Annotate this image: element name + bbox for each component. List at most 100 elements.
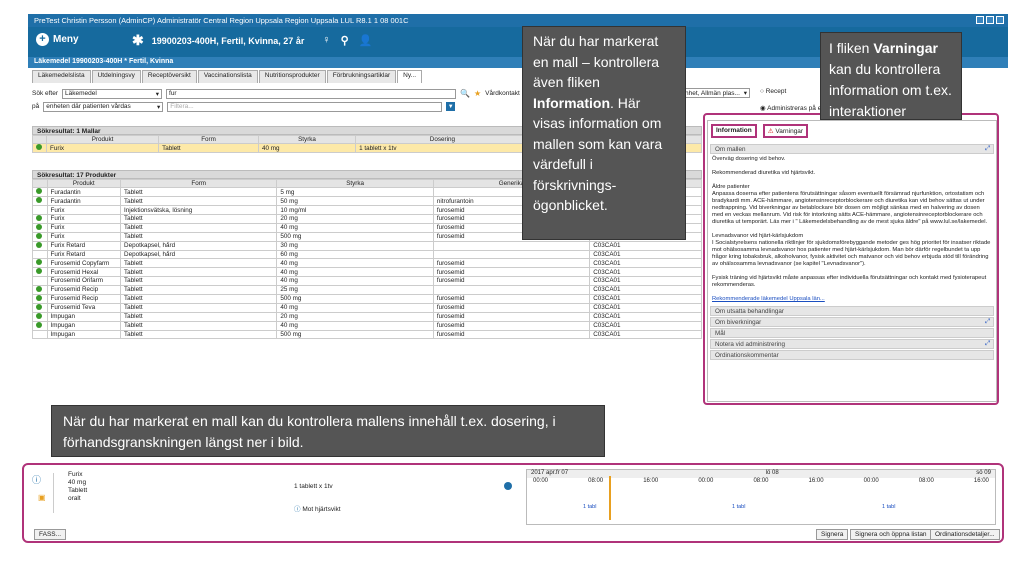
tab-2[interactable]: Receptöversikt: [141, 70, 197, 83]
timeline-time: 08:00: [588, 478, 604, 484]
table-cell: Tablett: [120, 311, 278, 322]
filter-icon[interactable]: ▼: [446, 102, 456, 111]
tab-6[interactable]: Ny...: [397, 70, 423, 83]
table-cell: Tablett: [158, 143, 259, 154]
location-icon[interactable]: ⚲: [341, 34, 349, 47]
table-cell: 5 mg: [276, 187, 434, 198]
search-type-select[interactable]: Läkemedel ▾: [62, 88, 163, 99]
status-dot: [32, 143, 47, 154]
produkter-col-header[interactable]: Styrka: [276, 178, 434, 189]
table-cell: 60 mg: [276, 249, 434, 260]
search-icon[interactable]: 🔍: [460, 89, 470, 98]
search-input[interactable]: fur: [166, 88, 457, 99]
availability-dot: [32, 231, 48, 242]
table-cell: C03CA01: [589, 320, 702, 331]
sign-button[interactable]: Signera: [816, 529, 849, 540]
tab-5[interactable]: Förbrukningsartiklar: [326, 70, 397, 83]
table-cell: Injektionsvätska, lösning: [120, 205, 278, 215]
tab-4[interactable]: Nutritionsprodukter: [258, 70, 326, 83]
availability-dot: [32, 293, 48, 304]
current-time-marker: [609, 476, 611, 520]
table-cell: 40 mg: [276, 276, 434, 286]
table-cell: furosemid: [432, 320, 591, 331]
table-row[interactable]: Impugan Tablett 500 mg furosemid C03CA01: [32, 329, 702, 339]
table-cell: Furix: [46, 231, 122, 242]
patient-banner[interactable]: ✱ 19900203-400H, Fertil, Kvinna, 27 år ♀…: [132, 32, 372, 49]
table-cell: 25 mg: [276, 284, 434, 295]
table-row[interactable]: Furix Retard Depotkapsel, hård 30 mg C03CA0…: [32, 240, 702, 251]
table-cell: Furosemid Recip: [46, 284, 122, 295]
table-row[interactable]: Furosemid Recip Tablett 500 mg furosemid C03…: [32, 293, 702, 304]
tab-0[interactable]: Läkemedelslista: [32, 70, 91, 83]
female-icon[interactable]: ♀: [322, 34, 330, 47]
dose-mark: 1 tabl: [583, 504, 597, 510]
person-icon[interactable]: 👤: [359, 34, 373, 47]
availability-dot: [32, 320, 48, 331]
table-row[interactable]: Furix Retard Depotkapsel, hård 60 mg C03CA0…: [32, 249, 702, 260]
table-row[interactable]: Furosemid Copyfarm Tablett 40 mg furosemid C…: [32, 258, 702, 269]
mallar-col-header[interactable]: Dosering: [355, 134, 530, 145]
availability-dot: [32, 240, 48, 251]
window-titlebar: PreTest Christin Persson (AdminCP) Admin…: [28, 14, 1008, 27]
col-icon: [32, 178, 48, 189]
preview-form: Tablett: [68, 487, 88, 494]
table-cell: furosemid: [432, 258, 591, 269]
table-row[interactable]: Impugan Tablett 40 mg furosemid C03CA01: [32, 320, 702, 331]
dose-timeline[interactable]: 2017 apr.fr 07 lö 08 sö 09 00:00 08:00 16:00…: [526, 469, 996, 525]
table-cell: Furix Retard: [46, 249, 122, 260]
administreras-radio[interactable]: ◉ Administreras på e: [760, 104, 821, 112]
produkter-col-header[interactable]: Form: [120, 178, 278, 189]
details-button[interactable]: Ordinationsdetaljer...: [930, 529, 1000, 540]
search-row: Sök efter Läkemedel ▾ fur 🔍 ★ Vårdkontakt…: [32, 88, 544, 99]
window-controls: [976, 16, 1004, 24]
mallar-col-header[interactable]: Form: [158, 134, 259, 145]
plus-icon: +: [36, 33, 49, 46]
minimize-button[interactable]: [976, 16, 984, 24]
clock-icon: [504, 482, 512, 490]
table-row[interactable]: Furosemid Hexal Tablett 40 mg furosemid C03C…: [32, 267, 702, 278]
tab-1[interactable]: Utdelningsvy: [91, 70, 141, 83]
availability-dot: [32, 187, 48, 198]
table-cell: furosemid: [432, 267, 591, 278]
dose-mark: 1 tabl: [732, 504, 746, 510]
table-cell: Tablett: [120, 320, 278, 331]
table-row[interactable]: Furosemid Teva Tablett 40 mg furosemid C03CA…: [32, 302, 702, 313]
scope-select[interactable]: enheten där patienten vårdas ▾: [43, 101, 164, 112]
mallar-col-header[interactable]: Produkt: [45, 134, 160, 145]
table-cell: Tablett: [120, 267, 278, 278]
preview-indication-row: ⓘ Mot hjärtsvikt: [294, 503, 341, 513]
table-row[interactable]: Furosemid Orifarm Tablett 40 mg furosemid C0…: [32, 276, 702, 286]
maximize-button[interactable]: [986, 16, 994, 24]
menu-button[interactable]: + Meny: [36, 33, 79, 46]
recept-radio[interactable]: ○ Recept: [760, 88, 786, 95]
table-cell: 50 mg: [276, 196, 434, 207]
timeline-times: 00:00 08:00 16:00 00:00 08:00 16:00 00:00 08:00…: [527, 478, 995, 487]
filter-input[interactable]: Filtera...: [167, 101, 443, 112]
table-cell: Tablett: [120, 258, 278, 269]
scope-row: på enheten där patienten vårdas ▾ Filtera…: [32, 101, 456, 112]
table-cell: 30 mg: [276, 240, 434, 251]
mallar-col-header[interactable]: Styrka: [257, 134, 357, 145]
table-cell: Furosemid Orifarm: [46, 276, 122, 286]
tab-3[interactable]: Vaccinationslista: [197, 70, 258, 83]
close-button[interactable]: [996, 16, 1004, 24]
table-cell: Tablett: [120, 329, 278, 339]
timeline-dates: 2017 apr.fr 07 lö 08 sö 09: [527, 470, 995, 478]
timeline-time: 00:00: [698, 478, 714, 484]
unit-select[interactable]: nhet, Allmän plas... ▾: [682, 88, 750, 98]
favorite-star-icon[interactable]: ★: [474, 89, 481, 98]
table-cell: C03CA01: [589, 258, 702, 269]
module-title: Läkemedel 19900203-400H * Fertil, Kvinna: [34, 58, 174, 65]
table-row[interactable]: Impugan Tablett 20 mg furosemid C03CA01: [32, 311, 702, 322]
sign-open-button[interactable]: Signera och öppna listan: [850, 529, 932, 540]
table-row[interactable]: Furosemid Recip Tablett 25 mg C03CA01: [32, 284, 702, 295]
table-cell: 1 tablett x 1tv: [355, 143, 530, 154]
produkter-col-header[interactable]: Produkt: [46, 178, 122, 189]
table-cell: C03CA01: [589, 329, 702, 339]
table-cell: Tablett: [120, 196, 278, 207]
fass-button[interactable]: FASS...: [34, 529, 67, 540]
preview-name: Furix: [68, 471, 83, 478]
preview-dose: 1 tablett x 1tv: [294, 483, 333, 490]
template-icon: ▣: [38, 493, 46, 502]
scope-label: på: [32, 103, 40, 110]
